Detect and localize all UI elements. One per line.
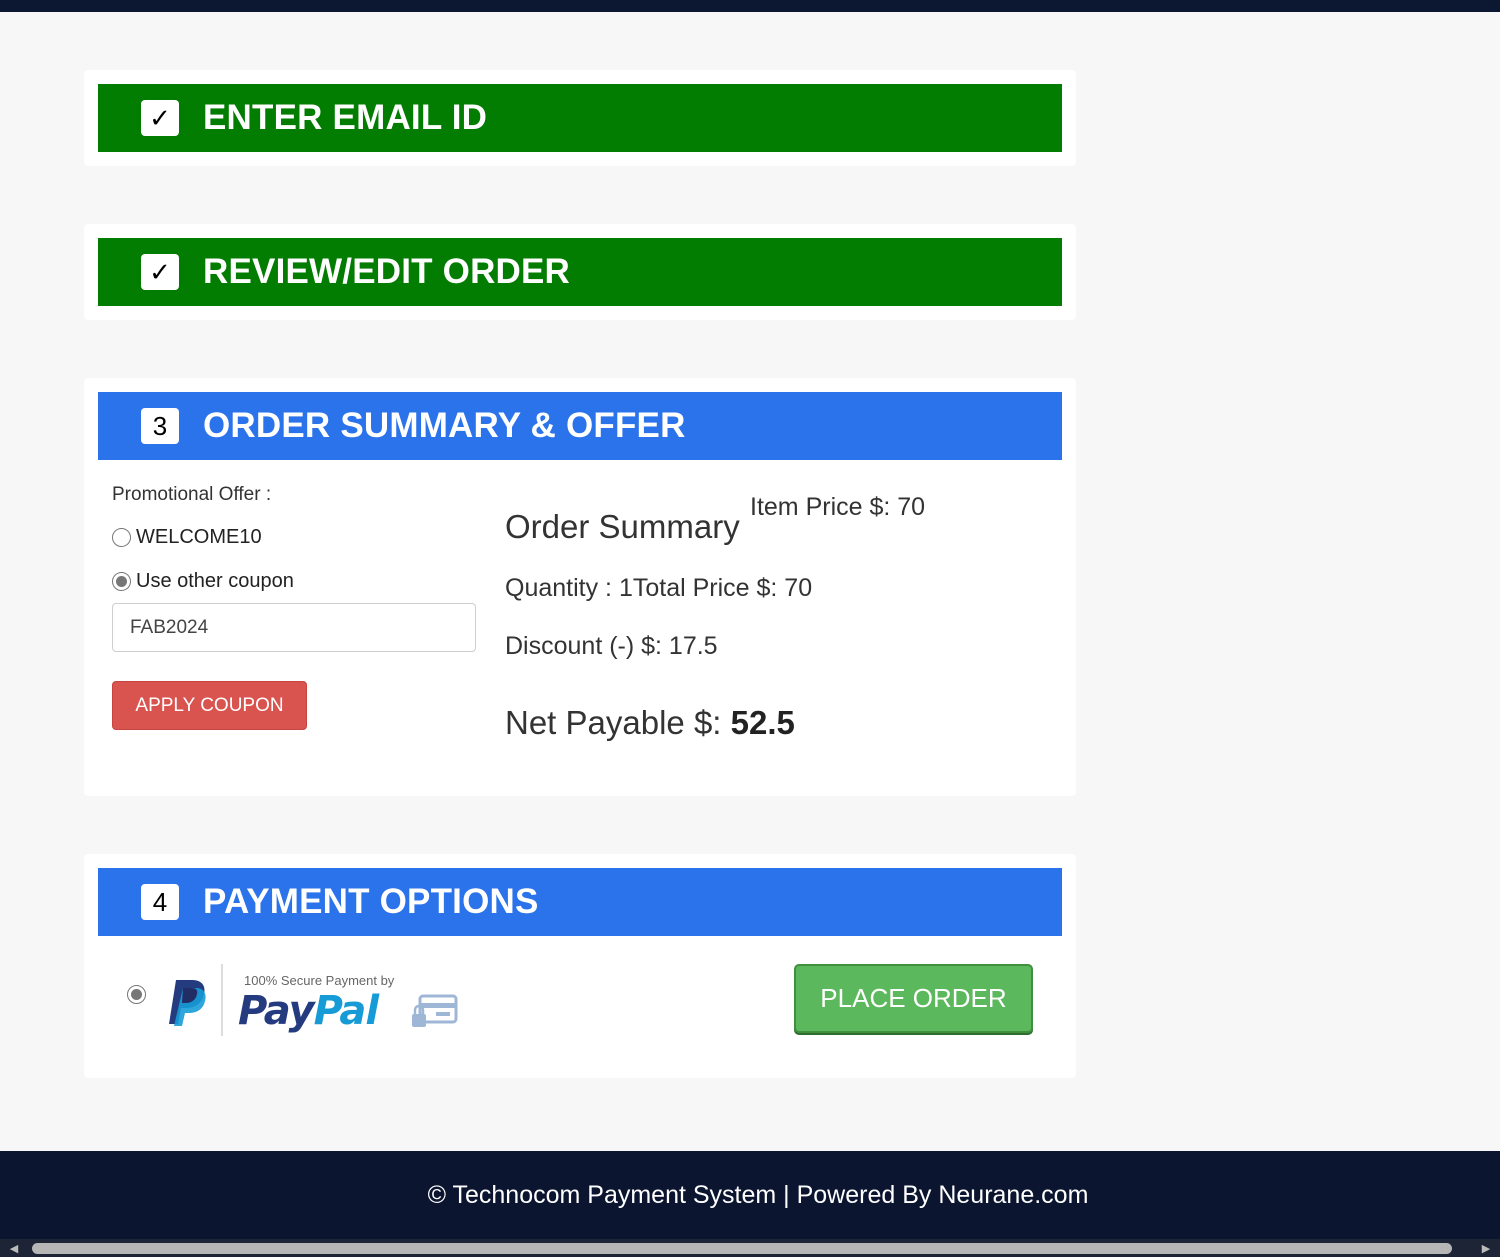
paypal-wordmark-pal: Pal [313,988,379,1034]
step-payment-panel: 4 PAYMENT OPTIONS 100% Secure Payment by… [84,854,1076,1078]
step-number-badge: 3 [141,408,179,444]
discount-amount: Discount (-) $: 17.5 [505,632,718,660]
step-number-badge: 4 [141,884,179,920]
paypal-radio[interactable] [127,985,146,1004]
promo-offer-label: Promotional Offer : [112,484,272,505]
order-summary-title: Order Summary [505,508,740,545]
paypal-wordmark: PayPal [238,988,379,1034]
check-icon: ✓ [141,254,179,290]
step-review-title: REVIEW/EDIT ORDER [203,252,571,291]
paypal-logo-icon [169,980,206,1026]
step-email-title: ENTER EMAIL ID [203,98,488,137]
net-payable-label: Net Payable $: [505,704,731,741]
radio-other-coupon[interactable] [112,572,131,591]
quantity-total-price: Quantity : 1Total Price $: 70 [505,574,813,602]
step-email-panel: ✓ ENTER EMAIL ID [84,70,1076,166]
top-bar [0,0,1500,12]
coupon-code-input[interactable] [112,603,476,652]
paypal-wordmark-pay: Pay [238,988,315,1034]
place-order-button[interactable]: PLACE ORDER [794,964,1033,1033]
step-payment-header: 4 PAYMENT OPTIONS [98,868,1062,936]
paypal-divider [221,964,223,1036]
step-email-header[interactable]: ✓ ENTER EMAIL ID [98,84,1062,152]
scroll-right-icon[interactable]: ▶ [1477,1240,1495,1256]
step-review-panel: ✓ REVIEW/EDIT ORDER [84,224,1076,320]
step-summary-panel: 3 ORDER SUMMARY & OFFER Promotional Offe… [84,378,1076,796]
apply-coupon-button[interactable]: APPLY COUPON [112,681,307,730]
step-summary-title: ORDER SUMMARY & OFFER [203,406,686,445]
footer: © Technocom Payment System | Powered By … [0,1151,1500,1239]
secure-card-icon [412,994,458,1027]
coupon-option-welcome10[interactable]: WELCOME10 [112,526,262,549]
paypal-secure-text: 100% Secure Payment by [244,973,395,988]
footer-text: © Technocom Payment System | Powered By … [427,1180,1089,1209]
net-payable-value: 52.5 [730,704,795,741]
coupon-option-label: Use other coupon [136,570,294,592]
net-payable: Net Payable $: 52.5 [505,704,795,742]
horizontal-scrollbar[interactable]: ◀ ▶ [0,1239,1500,1257]
coupon-option-label: WELCOME10 [136,526,262,548]
step-summary-header: 3 ORDER SUMMARY & OFFER [98,392,1062,460]
scrollbar-thumb[interactable] [32,1243,1452,1254]
check-icon: ✓ [141,100,179,136]
step-payment-title: PAYMENT OPTIONS [203,882,539,921]
scroll-left-icon[interactable]: ◀ [5,1240,23,1256]
item-price: Item Price $: 70 [750,493,926,521]
radio-welcome10[interactable] [112,528,131,547]
step-review-header[interactable]: ✓ REVIEW/EDIT ORDER [98,238,1062,306]
coupon-option-other[interactable]: Use other coupon [112,570,294,593]
